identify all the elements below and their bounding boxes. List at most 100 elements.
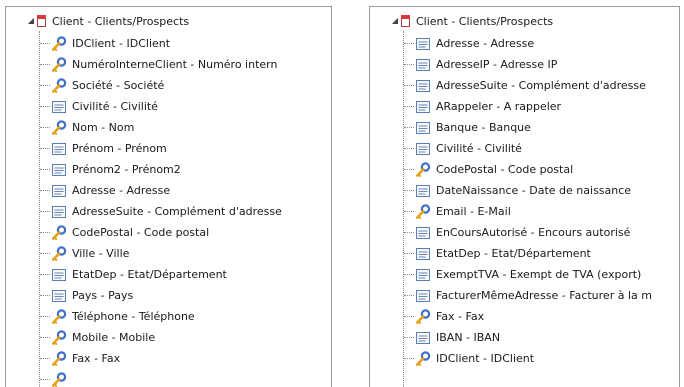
field-icon: [51, 267, 67, 283]
tree-item[interactable]: CodePostal - Code postal: [370, 159, 679, 180]
tree-item[interactable]: DateNaissance - Date de naissance: [370, 180, 679, 201]
tree-item[interactable]: AdresseSuite - Complément d'adresse: [370, 75, 679, 96]
tree-item-label: Adresse - Adresse: [72, 184, 170, 197]
field-icon: [415, 78, 431, 94]
field-icon: [415, 57, 431, 73]
tree-item[interactable]: Ville - Ville: [6, 243, 331, 264]
key-icon: [415, 162, 431, 178]
field-icon: [51, 99, 67, 115]
tree-item-label: Fax - Fax: [436, 310, 484, 323]
tree-item[interactable]: Civilité - Civilité: [6, 96, 331, 117]
key-icon: [51, 372, 67, 387]
right-tree-panel[interactable]: ◢ Client - Clients/Prospects Adresse - A…: [369, 6, 680, 387]
tree-item[interactable]: Mobile - Mobile: [6, 327, 331, 348]
tree-item[interactable]: Prénom - Prénom: [6, 138, 331, 159]
field-icon: [51, 162, 67, 178]
tree-item[interactable]: Fax - Fax: [6, 348, 331, 369]
key-icon: [51, 246, 67, 262]
field-icon: [415, 330, 431, 346]
root-label: Client - Clients/Prospects: [52, 15, 189, 28]
tree-item-label: Civilité - Civilité: [72, 100, 158, 113]
key-icon: [51, 78, 67, 94]
tree-item-label: CodePostal - Code postal: [436, 163, 573, 176]
tree-item[interactable]: AdresseSuite - Complément d'adresse: [6, 201, 331, 222]
tree-item-label: FacturerMêmeAdresse - Facturer à la m: [436, 289, 652, 302]
tree-item-label: AdresseSuite - Complément d'adresse: [72, 205, 282, 218]
tree-item[interactable]: EnCoursAutorisé - Encours autorisé: [370, 222, 679, 243]
tree-item-label: IBAN - IBAN: [436, 331, 500, 344]
table-icon: [37, 15, 46, 27]
tree-item[interactable]: Adresse - Adresse: [370, 33, 679, 54]
tree-item-label: IDClient - IDClient: [72, 37, 170, 50]
tree-item-label: AdresseIP - Adresse IP: [436, 58, 557, 71]
tree-item-label: Ville - Ville: [72, 247, 129, 260]
tree-item-label: Fax - Fax: [72, 352, 120, 365]
tree-item-label: Mobile - Mobile: [72, 331, 155, 344]
tree-item[interactable]: Pays - Pays: [6, 285, 331, 306]
tree-item[interactable]: CodePostal - Code postal: [6, 222, 331, 243]
tree-item-label: Adresse - Adresse: [436, 37, 534, 50]
tree-item-label: NuméroInterneClient - Numéro intern: [72, 58, 277, 71]
table-icon: [401, 15, 410, 27]
tree-item[interactable]: Prénom2 - Prénom2: [6, 159, 331, 180]
key-icon: [51, 309, 67, 325]
tree-item[interactable]: EtatDep - Etat/Département: [6, 264, 331, 285]
tree-item[interactable]: IDClient - IDClient: [6, 33, 331, 54]
collapse-arrow-icon[interactable]: ◢: [390, 16, 400, 26]
tree-root-node[interactable]: ◢ Client - Clients/Prospects: [6, 11, 189, 31]
tree-item[interactable]: EtatDep - Etat/Département: [370, 243, 679, 264]
tree-item-label: EtatDep - Etat/Département: [436, 247, 591, 260]
key-icon: [51, 120, 67, 136]
tree-item[interactable]: Nom - Nom: [6, 117, 331, 138]
tree-item-label: Civilité - Civilité: [436, 142, 522, 155]
tree-item[interactable]: FacturerMêmeAdresse - Facturer à la m: [370, 285, 679, 306]
tree-item[interactable]: AdresseIP - Adresse IP: [370, 54, 679, 75]
tree-item[interactable]: Banque - Banque: [370, 117, 679, 138]
tree-item-label: AdresseSuite - Complément d'adresse: [436, 79, 646, 92]
field-list: IDClient - IDClient NuméroInterneClient -…: [6, 33, 331, 387]
tree-item[interactable]: Civilité - Civilité: [370, 138, 679, 159]
key-icon: [51, 351, 67, 367]
field-icon: [415, 288, 431, 304]
tree-item[interactable]: ARappeler - A rappeler: [370, 96, 679, 117]
field-icon: [415, 120, 431, 136]
field-icon: [415, 36, 431, 52]
field-icon: [51, 141, 67, 157]
key-icon: [51, 330, 67, 346]
key-icon: [415, 309, 431, 325]
tree-item-label: Pays - Pays: [72, 289, 133, 302]
tree-item-label: EnCoursAutorisé - Encours autorisé: [436, 226, 630, 239]
tree-item-label: Téléphone - Téléphone: [72, 310, 195, 323]
field-icon: [51, 204, 67, 220]
tree-item[interactable]: Fax - Fax: [370, 306, 679, 327]
root-label: Client - Clients/Prospects: [416, 15, 553, 28]
field-icon: [51, 183, 67, 199]
key-icon: [415, 204, 431, 220]
left-tree-panel[interactable]: ◢ Client - Clients/Prospects IDClient - …: [5, 6, 332, 387]
tree-item-label: ExemptTVA - Exempt de TVA (export): [436, 268, 641, 281]
tree-item-label: Prénom2 - Prénom2: [72, 163, 181, 176]
field-icon: [415, 141, 431, 157]
tree-item[interactable]: IBAN - IBAN: [370, 327, 679, 348]
tree-item[interactable]: ExemptTVA - Exempt de TVA (export): [370, 264, 679, 285]
tree-item-label: ARappeler - A rappeler: [436, 100, 561, 113]
field-icon: [51, 288, 67, 304]
tree-item[interactable]: Adresse - Adresse: [6, 180, 331, 201]
tree-item-label: Email - E-Mail: [436, 205, 511, 218]
tree-item[interactable]: [6, 369, 331, 387]
tree-item[interactable]: NuméroInterneClient - Numéro intern: [6, 54, 331, 75]
tree-item-label: DateNaissance - Date de naissance: [436, 184, 631, 197]
tree-item-label: Banque - Banque: [436, 121, 531, 134]
tree-item-label: IDClient - IDClient: [436, 352, 534, 365]
field-icon: [415, 267, 431, 283]
tree-item-label: Société - Société: [72, 79, 164, 92]
tree-root-node[interactable]: ◢ Client - Clients/Prospects: [370, 11, 553, 31]
collapse-arrow-icon[interactable]: ◢: [26, 16, 36, 26]
tree-item[interactable]: IDClient - IDClient: [370, 348, 679, 369]
tree-item-label: CodePostal - Code postal: [72, 226, 209, 239]
tree-item[interactable]: Email - E-Mail: [370, 201, 679, 222]
key-icon: [415, 351, 431, 367]
tree-item[interactable]: Téléphone - Téléphone: [6, 306, 331, 327]
tree-item[interactable]: Société - Société: [6, 75, 331, 96]
field-icon: [415, 99, 431, 115]
